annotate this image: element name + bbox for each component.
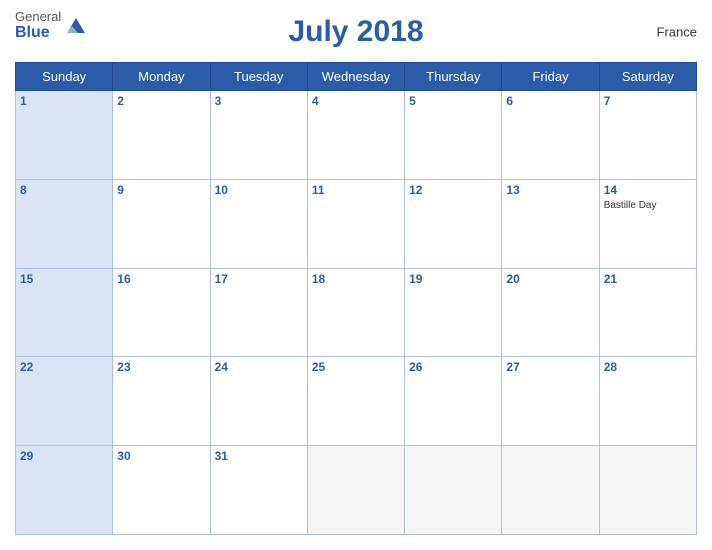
header-wednesday: Wednesday xyxy=(307,63,404,91)
day-number: 29 xyxy=(20,449,108,463)
calendar-cell-week4-day3: 24 xyxy=(210,357,307,446)
calendar-cell-week1-day1: 1 xyxy=(16,91,113,180)
calendar-cell-week5-day6 xyxy=(502,446,599,535)
month-title: July 2018 xyxy=(288,15,423,49)
day-number: 6 xyxy=(506,94,594,108)
calendar-cell-week4-day6: 27 xyxy=(502,357,599,446)
calendar-cell-week4-day4: 25 xyxy=(307,357,404,446)
header-thursday: Thursday xyxy=(405,63,502,91)
calendar-cell-week4-day7: 28 xyxy=(599,357,696,446)
calendar-cell-week2-day7: 14 Bastille Day xyxy=(599,179,696,268)
day-number: 17 xyxy=(215,272,303,286)
day-number: 12 xyxy=(409,183,497,197)
calendar-cell-week3-day3: 17 xyxy=(210,268,307,357)
logo-general: General xyxy=(15,10,61,24)
calendar-header: General Blue July 2018 France xyxy=(15,10,697,54)
day-number: 9 xyxy=(117,183,205,197)
calendar-cell-week3-day4: 18 xyxy=(307,268,404,357)
calendar-cell-week2-day2: 9 xyxy=(113,179,210,268)
logo: General Blue xyxy=(15,10,87,42)
calendar-cell-week2-day6: 13 xyxy=(502,179,599,268)
header-tuesday: Tuesday xyxy=(210,63,307,91)
day-number: 26 xyxy=(409,360,497,374)
calendar-cell-week4-day2: 23 xyxy=(113,357,210,446)
day-number: 1 xyxy=(20,94,108,108)
day-number: 30 xyxy=(117,449,205,463)
day-number: 24 xyxy=(215,360,303,374)
week-row-4: 22 23 24 25 26 27 28 xyxy=(16,357,697,446)
header-sunday: Sunday xyxy=(16,63,113,91)
days-header-row: Sunday Monday Tuesday Wednesday Thursday… xyxy=(16,63,697,91)
calendar-cell-week1-day2: 2 xyxy=(113,91,210,180)
calendar-cell-week2-day5: 12 xyxy=(405,179,502,268)
calendar-cell-week1-day6: 6 xyxy=(502,91,599,180)
day-number: 28 xyxy=(604,360,692,374)
holiday-name: Bastille Day xyxy=(604,199,692,212)
day-number: 8 xyxy=(20,183,108,197)
day-number: 16 xyxy=(117,272,205,286)
logo-icon xyxy=(65,15,87,37)
calendar-cell-week5-day1: 29 xyxy=(16,446,113,535)
day-number: 23 xyxy=(117,360,205,374)
day-number: 15 xyxy=(20,272,108,286)
header-friday: Friday xyxy=(502,63,599,91)
week-row-2: 89 10 11 12 13 14 Bastille Day xyxy=(16,179,697,268)
calendar-cell-week3-day7: 21 xyxy=(599,268,696,357)
calendar-table: Sunday Monday Tuesday Wednesday Thursday… xyxy=(15,62,697,535)
country-label: France xyxy=(657,25,697,40)
calendar-cell-week1-day7: 7 xyxy=(599,91,696,180)
day-number: 4 xyxy=(312,94,400,108)
week-row-5: 29 30 31 xyxy=(16,446,697,535)
calendar-cell-week4-day5: 26 xyxy=(405,357,502,446)
day-number: 11 xyxy=(312,183,400,197)
day-number: 31 xyxy=(215,449,303,463)
calendar-cell-week5-day3: 31 xyxy=(210,446,307,535)
calendar-cell-week2-day4: 11 xyxy=(307,179,404,268)
calendar-cell-week1-day4: 4 xyxy=(307,91,404,180)
day-number: 14 xyxy=(604,183,692,197)
week-row-1: 1234567 xyxy=(16,91,697,180)
calendar-cell-week1-day3: 3 xyxy=(210,91,307,180)
day-number: 5 xyxy=(409,94,497,108)
day-number: 13 xyxy=(506,183,594,197)
day-number: 20 xyxy=(506,272,594,286)
week-row-3: 15 16 17 18 19 20 21 xyxy=(16,268,697,357)
logo-blue: Blue xyxy=(15,24,61,42)
day-number: 22 xyxy=(20,360,108,374)
calendar-cell-week5-day7 xyxy=(599,446,696,535)
day-number: 7 xyxy=(604,94,692,108)
calendar-cell-week3-day1: 15 xyxy=(16,268,113,357)
day-number: 18 xyxy=(312,272,400,286)
calendar-container: General Blue July 2018 France Sunday Mon… xyxy=(0,0,712,550)
day-number: 19 xyxy=(409,272,497,286)
calendar-cell-week2-day3: 10 xyxy=(210,179,307,268)
calendar-cell-week5-day2: 30 xyxy=(113,446,210,535)
header-monday: Monday xyxy=(113,63,210,91)
day-number: 25 xyxy=(312,360,400,374)
day-number: 3 xyxy=(215,94,303,108)
calendar-cell-week3-day5: 19 xyxy=(405,268,502,357)
calendar-cell-week1-day5: 5 xyxy=(405,91,502,180)
calendar-body: 1234567891011121314Bastille Day151617181… xyxy=(16,91,697,535)
day-number: 21 xyxy=(604,272,692,286)
calendar-cell-week3-day2: 16 xyxy=(113,268,210,357)
calendar-cell-week3-day6: 20 xyxy=(502,268,599,357)
day-number: 2 xyxy=(117,94,205,108)
calendar-cell-week2-day1: 8 xyxy=(16,179,113,268)
calendar-cell-week5-day5 xyxy=(405,446,502,535)
day-number: 27 xyxy=(506,360,594,374)
day-number: 10 xyxy=(215,183,303,197)
calendar-cell-week5-day4 xyxy=(307,446,404,535)
header-saturday: Saturday xyxy=(599,63,696,91)
calendar-cell-week4-day1: 22 xyxy=(16,357,113,446)
